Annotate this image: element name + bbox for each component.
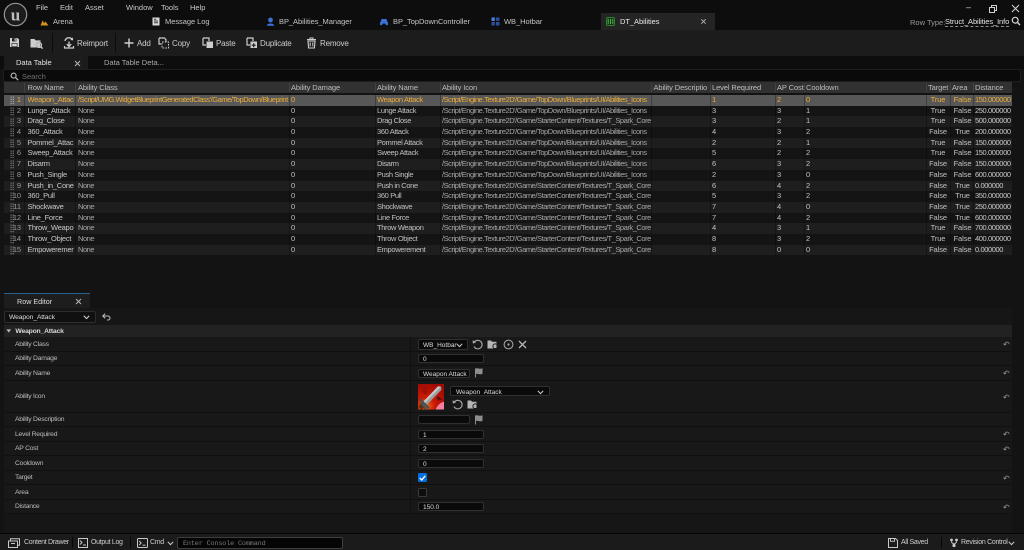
svg-text:u: u — [11, 6, 20, 25]
